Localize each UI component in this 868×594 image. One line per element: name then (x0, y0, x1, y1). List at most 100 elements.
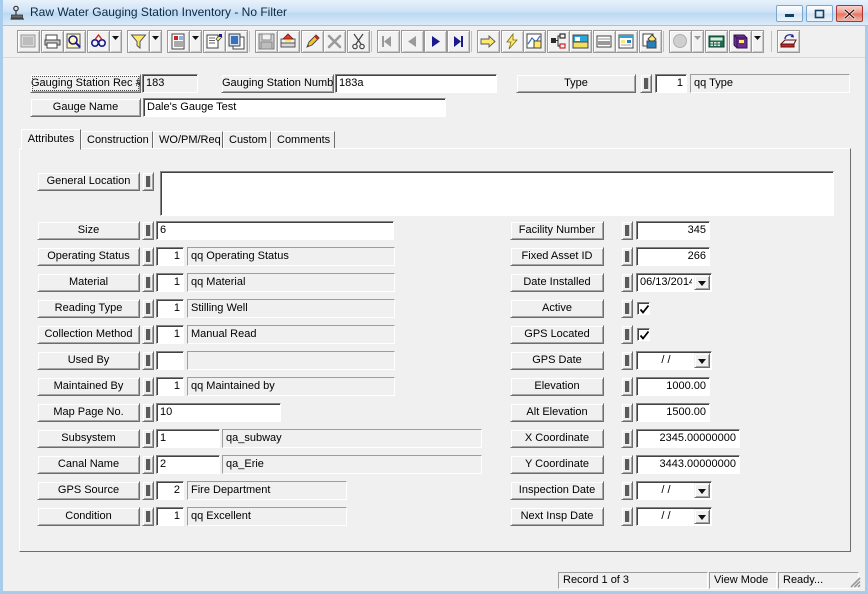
canal-name-code[interactable]: 2 (156, 455, 220, 474)
edit-record-icon[interactable] (301, 30, 324, 53)
next-insp-date-label[interactable]: Next Insp Date (510, 507, 604, 526)
chevron-down-icon[interactable] (694, 275, 710, 290)
minimize-button[interactable] (776, 5, 803, 22)
print-preview-icon[interactable] (63, 30, 86, 53)
y-coordinate-label[interactable]: Y Coordinate (510, 455, 604, 474)
reading-type-code[interactable]: 1 (156, 299, 184, 318)
collection-method-label[interactable]: Collection Method (37, 325, 140, 344)
operating-status-code[interactable]: 1 (156, 247, 184, 266)
find-icon[interactable] (87, 30, 110, 53)
alt-elevation-value[interactable]: 1500.00 (636, 403, 710, 422)
maintained-by-label[interactable]: Maintained By (37, 377, 140, 396)
general-location-lookup-button[interactable] (142, 172, 154, 191)
save-icon[interactable] (255, 30, 278, 53)
y-coordinate-value[interactable]: 3443.00000000 (636, 455, 740, 474)
material-lookup-button[interactable] (142, 273, 154, 292)
gps-date-label[interactable]: GPS Date (510, 351, 604, 370)
subsystem-label[interactable]: Subsystem (37, 429, 140, 448)
gps-source-lookup-button[interactable] (142, 481, 154, 500)
collection-method-code[interactable]: 1 (156, 325, 184, 344)
subsystem-code[interactable]: 1 (156, 429, 220, 448)
gps-located-label[interactable]: GPS Located (510, 325, 604, 344)
layers-icon[interactable] (639, 30, 662, 53)
reading-type-label[interactable]: Reading Type (37, 299, 140, 318)
goto-icon[interactable] (477, 30, 500, 53)
delete-record-icon[interactable] (323, 30, 346, 53)
copy-record-icon[interactable] (225, 30, 248, 53)
used-by-lookup-button[interactable] (142, 351, 154, 370)
material-code[interactable]: 1 (156, 273, 184, 292)
new-record-icon[interactable] (17, 30, 40, 53)
map-page-no-value[interactable]: 10 (156, 403, 281, 422)
maintained-by-lookup-button[interactable] (142, 377, 154, 396)
collection-method-lookup-button[interactable] (142, 325, 154, 344)
facility-number-label[interactable]: Facility Number (510, 221, 604, 240)
tab-construction[interactable]: Construction (81, 131, 153, 149)
chevron-down-icon[interactable] (694, 353, 710, 368)
related-gis-icon[interactable] (593, 30, 616, 53)
properties-icon[interactable] (203, 30, 226, 53)
filter-icon[interactable] (127, 30, 150, 53)
inspection-date-label[interactable]: Inspection Date (510, 481, 604, 500)
book-dropdown-icon[interactable] (751, 30, 764, 53)
map-page-no-label[interactable]: Map Page No. (37, 403, 140, 422)
help-dropdown-icon[interactable] (691, 30, 704, 53)
canal-name-lookup-button[interactable] (142, 455, 154, 474)
add-record-icon[interactable] (277, 30, 300, 53)
reading-type-lookup-button[interactable] (142, 299, 154, 318)
operating-status-label[interactable]: Operating Status (37, 247, 140, 266)
tree-view-icon[interactable] (547, 30, 570, 53)
date-installed-label[interactable]: Date Installed (510, 273, 604, 292)
next-insp-date-lookup-button[interactable] (621, 507, 633, 526)
general-location-label[interactable]: General Location (37, 172, 140, 191)
filter-dropdown-icon[interactable] (149, 30, 162, 53)
elevation-lookup-button[interactable] (621, 377, 633, 396)
previous-record-icon[interactable] (401, 30, 424, 53)
map-icon[interactable] (523, 30, 546, 53)
general-location-value[interactable] (160, 171, 834, 216)
canal-name-label[interactable]: Canal Name (37, 455, 140, 474)
calendar-grid-icon[interactable] (615, 30, 638, 53)
elevation-label[interactable]: Elevation (510, 377, 604, 396)
chevron-down-icon[interactable] (694, 509, 710, 524)
report-icon[interactable] (167, 30, 190, 53)
type-code-value[interactable]: 1 (655, 74, 687, 93)
tab-custom[interactable]: Custom (223, 131, 271, 149)
exit-icon[interactable] (777, 30, 800, 53)
gps-source-code[interactable]: 2 (156, 481, 184, 500)
print-icon[interactable] (41, 30, 64, 53)
find-dropdown-icon[interactable] (109, 30, 122, 53)
book-icon[interactable] (729, 30, 752, 53)
help-circle-icon[interactable] (669, 30, 692, 53)
y-coordinate-lookup-button[interactable] (621, 455, 633, 474)
next-insp-date-combo[interactable]: / / (636, 507, 712, 526)
maintained-by-code[interactable]: 1 (156, 377, 184, 396)
gis-icon[interactable] (569, 30, 592, 53)
resize-grip-icon[interactable] (848, 575, 862, 589)
type-label[interactable]: Type (516, 74, 636, 93)
first-record-icon[interactable] (377, 30, 400, 53)
next-record-icon[interactable] (424, 30, 447, 53)
operating-status-lookup-button[interactable] (142, 247, 154, 266)
tab-wo-pm-req[interactable]: WO/PM/Req (153, 131, 223, 149)
elevation-value[interactable]: 1000.00 (636, 377, 710, 396)
cut-icon[interactable] (347, 30, 370, 53)
material-label[interactable]: Material (37, 273, 140, 292)
gauging-station-rec-label[interactable]: Gauging Station Rec # (30, 74, 141, 93)
type-lookup-button[interactable] (640, 74, 652, 93)
x-coordinate-lookup-button[interactable] (621, 429, 633, 448)
active-lookup-button[interactable] (621, 299, 633, 318)
active-label[interactable]: Active (510, 299, 604, 318)
gps-date-lookup-button[interactable] (621, 351, 633, 370)
date-installed-lookup-button[interactable] (621, 273, 633, 292)
date-installed-combo[interactable]: 06/13/2014 (636, 273, 712, 292)
size-label[interactable]: Size (37, 221, 140, 240)
gps-source-label[interactable]: GPS Source (37, 481, 140, 500)
condition-code[interactable]: 1 (156, 507, 184, 526)
gps-located-checkbox[interactable] (637, 328, 650, 341)
fixed-asset-id-value[interactable]: 266 (636, 247, 710, 266)
condition-label[interactable]: Condition (37, 507, 140, 526)
x-coordinate-label[interactable]: X Coordinate (510, 429, 604, 448)
gauging-station-number-label[interactable]: Gauging Station Number (221, 74, 334, 93)
gauge-name-value[interactable]: Dale's Gauge Test (143, 98, 446, 117)
